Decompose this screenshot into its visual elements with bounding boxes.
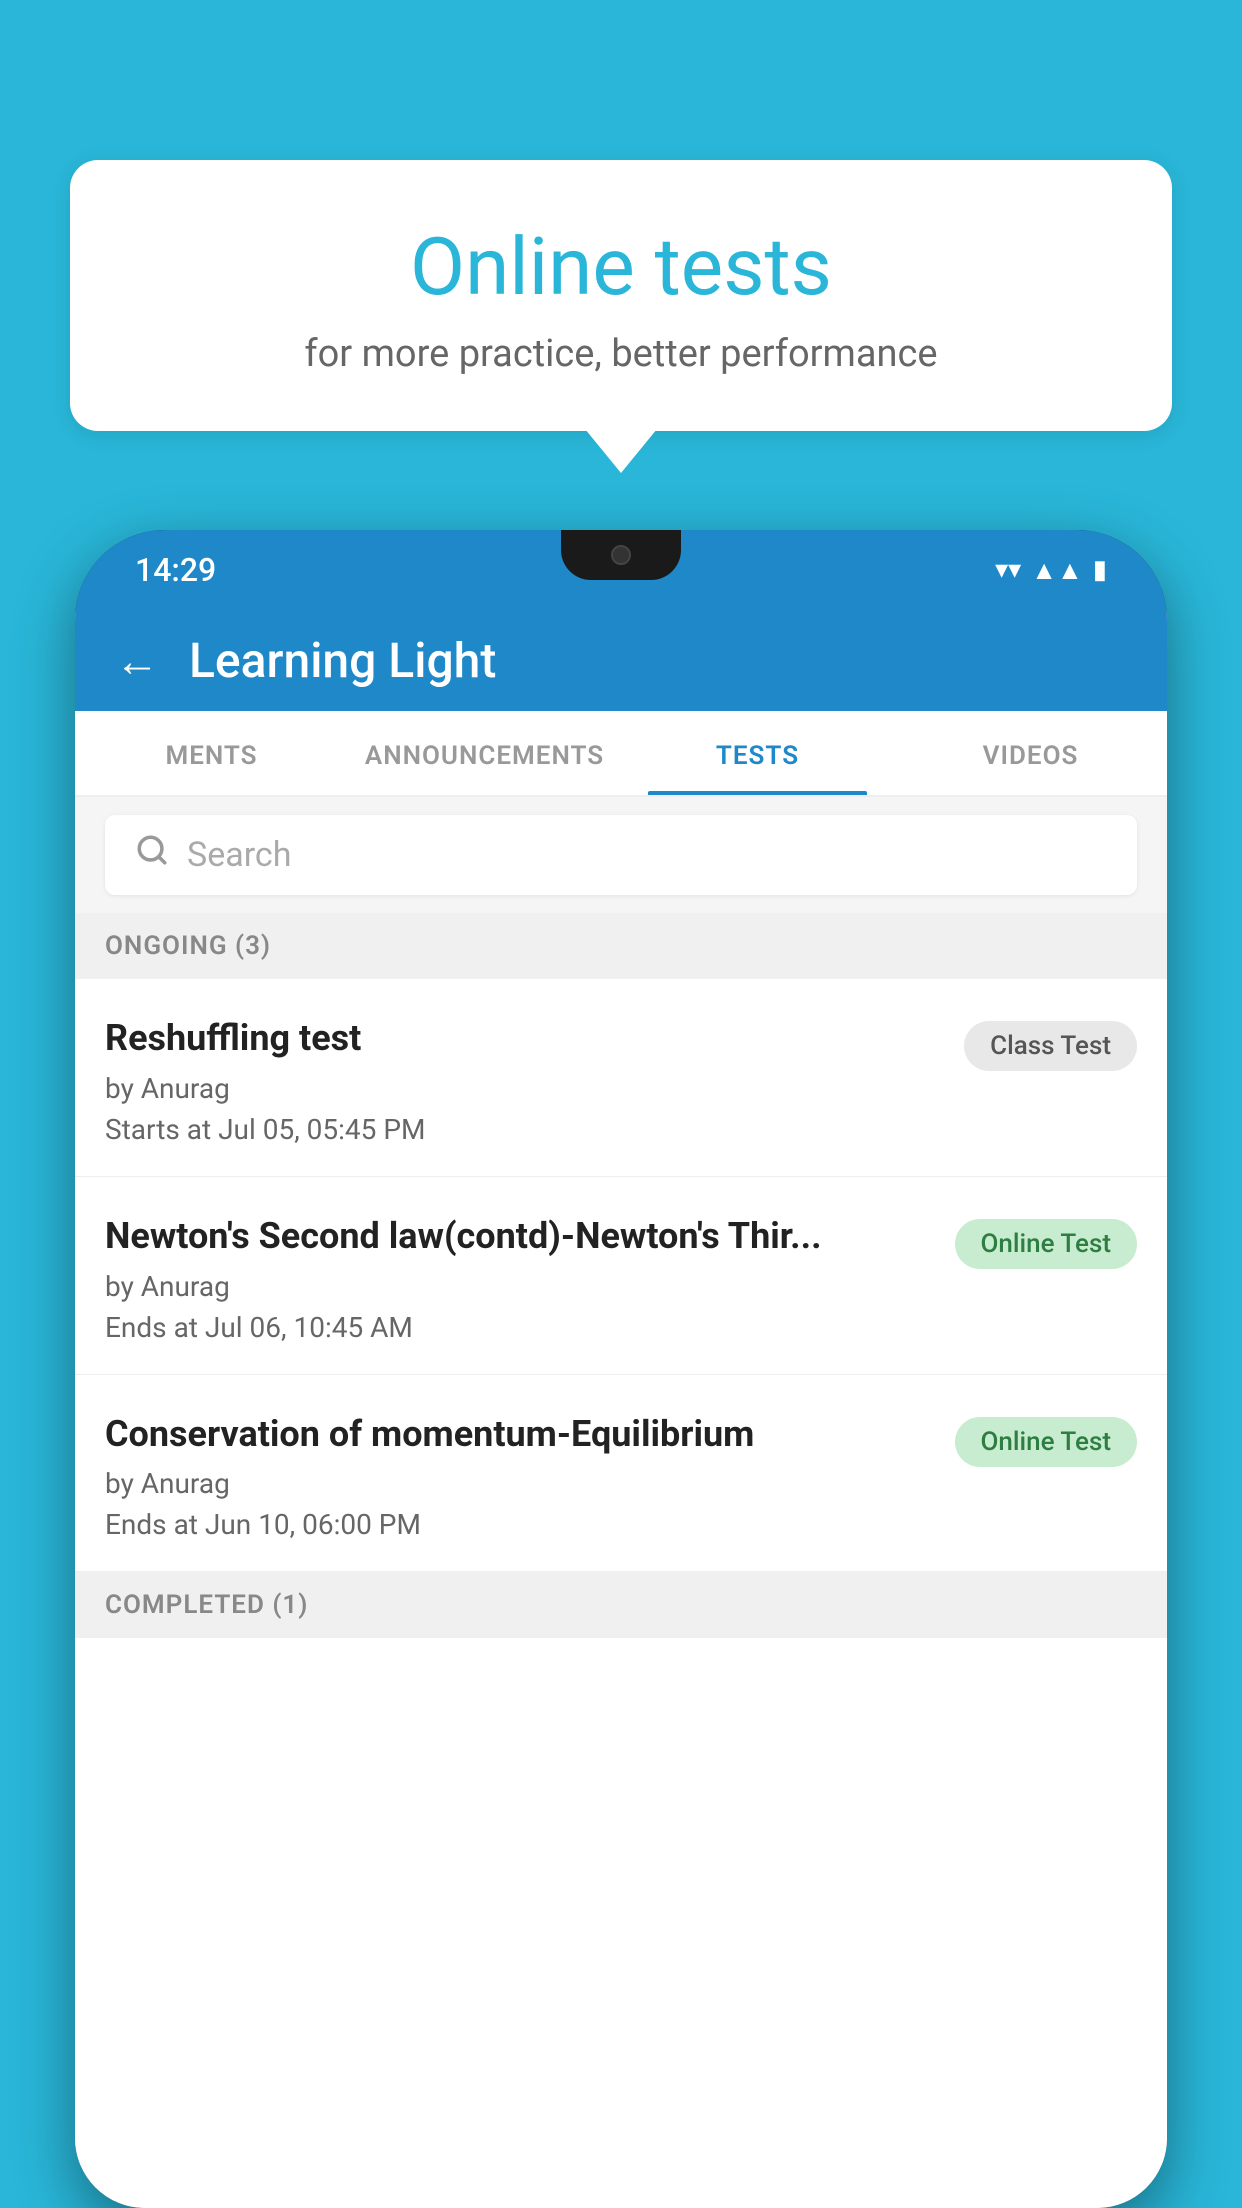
phone-frame: 14:29 ▾▾ ▲▲ ▮ ← Learning Light MENTS ANN… <box>75 530 1167 2208</box>
ongoing-section-title: ONGOING (3) <box>105 931 271 961</box>
promo-section: Online tests for more practice, better p… <box>70 160 1172 431</box>
app-title: Learning Light <box>189 632 496 689</box>
tab-videos[interactable]: VIDEOS <box>894 711 1167 795</box>
test-name: Reshuffling test <box>105 1015 944 1062</box>
app-content: ← Learning Light MENTS ANNOUNCEMENTS TES… <box>75 610 1167 2208</box>
promo-title: Online tests <box>150 220 1092 314</box>
promo-subtitle: for more practice, better performance <box>150 332 1092 376</box>
phone-notch <box>561 530 681 580</box>
search-bar[interactable]: Search <box>105 815 1137 895</box>
test-time: Ends at Jun 10, 06:00 PM <box>105 1508 935 1541</box>
completed-section-title: COMPLETED (1) <box>105 1590 308 1620</box>
speech-bubble: Online tests for more practice, better p… <box>70 160 1172 431</box>
completed-section-header: COMPLETED (1) <box>75 1572 1167 1638</box>
search-placeholder: Search <box>187 835 291 875</box>
tab-announcements[interactable]: ANNOUNCEMENTS <box>348 711 621 795</box>
test-name: Newton's Second law(contd)-Newton's Thir… <box>105 1213 935 1260</box>
tab-ments[interactable]: MENTS <box>75 711 348 795</box>
test-item-content: Newton's Second law(contd)-Newton's Thir… <box>105 1213 955 1344</box>
test-name: Conservation of momentum-Equilibrium <box>105 1411 935 1458</box>
test-item-content: Conservation of momentum-Equilibrium by … <box>105 1411 955 1542</box>
status-bar: 14:29 ▾▾ ▲▲ ▮ <box>75 530 1167 610</box>
test-badge-online: Online Test <box>955 1417 1138 1467</box>
status-time: 14:29 <box>135 551 216 589</box>
test-list: Reshuffling test by Anurag Starts at Jul… <box>75 979 1167 2208</box>
test-author: by Anurag <box>105 1467 935 1500</box>
test-author: by Anurag <box>105 1270 935 1303</box>
test-item[interactable]: Newton's Second law(contd)-Newton's Thir… <box>75 1177 1167 1375</box>
search-container: Search <box>75 797 1167 913</box>
test-badge-class: Class Test <box>964 1021 1137 1071</box>
tab-tests[interactable]: TESTS <box>621 711 894 795</box>
back-button[interactable]: ← <box>115 639 159 683</box>
status-icons: ▾▾ ▲▲ ▮ <box>995 555 1107 586</box>
signal-icon: ▲▲ <box>1031 555 1082 586</box>
tabs-bar: MENTS ANNOUNCEMENTS TESTS VIDEOS <box>75 711 1167 797</box>
test-item[interactable]: Conservation of momentum-Equilibrium by … <box>75 1375 1167 1573</box>
test-time: Starts at Jul 05, 05:45 PM <box>105 1113 944 1146</box>
test-item-content: Reshuffling test by Anurag Starts at Jul… <box>105 1015 964 1146</box>
ongoing-section-header: ONGOING (3) <box>75 913 1167 979</box>
wifi-icon: ▾▾ <box>995 555 1021 585</box>
test-item[interactable]: Reshuffling test by Anurag Starts at Jul… <box>75 979 1167 1177</box>
test-badge-online: Online Test <box>955 1219 1138 1269</box>
test-time: Ends at Jul 06, 10:45 AM <box>105 1311 935 1344</box>
test-author: by Anurag <box>105 1072 944 1105</box>
app-header: ← Learning Light <box>75 610 1167 711</box>
camera-dot <box>611 545 631 565</box>
search-icon <box>135 833 169 877</box>
battery-icon: ▮ <box>1093 555 1107 585</box>
